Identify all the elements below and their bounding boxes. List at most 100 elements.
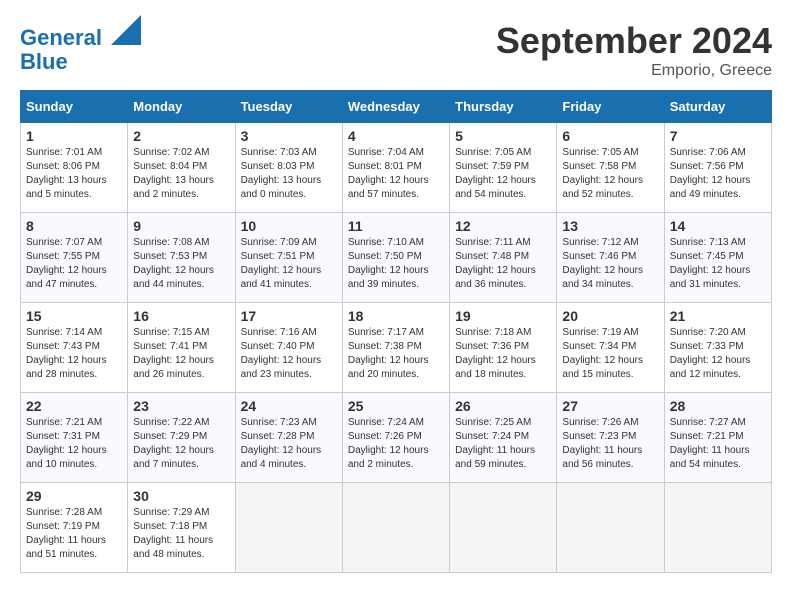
day-number: 17 <box>241 308 337 324</box>
day-cell: 25 Sunrise: 7:24 AMSunset: 7:26 PMDayligh… <box>342 393 449 483</box>
logo-icon <box>111 15 141 45</box>
page-header: General Blue September 2024 Emporio, Gre… <box>20 20 772 80</box>
day-info: Sunrise: 7:03 AMSunset: 8:03 PMDaylight:… <box>241 146 337 202</box>
day-number: 23 <box>133 398 229 414</box>
day-number: 11 <box>348 218 444 234</box>
day-info: Sunrise: 7:20 AMSunset: 7:33 PMDaylight:… <box>670 326 766 382</box>
calendar-row: 22Sunrise: 7:21 AMSunset: 7:31 PMDayligh… <box>21 393 772 483</box>
calendar-row: 29Sunrise: 7:28 AMSunset: 7:19 PMDayligh… <box>21 483 772 573</box>
empty-cell <box>557 483 664 573</box>
day-cell: 4Sunrise: 7:04 AMSunset: 8:01 PMDaylight… <box>342 123 449 213</box>
day-cell: 23 Sunrise: 7:22 AMSunset: 7:29 PMDayligh… <box>128 393 235 483</box>
day-cell: 29Sunrise: 7:28 AMSunset: 7:19 PMDayligh… <box>21 483 128 573</box>
day-number: 9 <box>133 218 229 234</box>
col-tuesday: Tuesday <box>235 91 342 123</box>
empty-cell <box>450 483 557 573</box>
day-cell: 21Sunrise: 7:20 AMSunset: 7:33 PMDayligh… <box>664 303 771 393</box>
day-number: 2 <box>133 128 229 144</box>
day-info: Sunrise: 7:10 AMSunset: 7:50 PMDaylight:… <box>348 236 444 292</box>
day-cell: 10 Sunrise: 7:09 AMSunset: 7:51 PMDayligh… <box>235 213 342 303</box>
day-info: Sunrise: 7:19 AMSunset: 7:34 PMDaylight:… <box>562 326 658 382</box>
month-title: September 2024 <box>496 20 772 62</box>
day-cell: 1 Sunrise: 7:01 AMSunset: 8:06 PMDaylight… <box>21 123 128 213</box>
day-info: Sunrise: 7:09 AMSunset: 7:51 PMDaylight:… <box>241 236 337 292</box>
day-cell: 3 Sunrise: 7:03 AMSunset: 8:03 PMDaylight… <box>235 123 342 213</box>
day-info: Sunrise: 7:07 AMSunset: 7:55 PMDaylight:… <box>26 236 122 292</box>
day-number: 13 <box>562 218 658 234</box>
day-cell: 12 Sunrise: 7:11 AMSunset: 7:48 PMDayligh… <box>450 213 557 303</box>
day-number: 1 <box>26 128 122 144</box>
day-number: 28 <box>670 398 766 414</box>
day-cell: 22Sunrise: 7:21 AMSunset: 7:31 PMDayligh… <box>21 393 128 483</box>
calendar-row: 1 Sunrise: 7:01 AMSunset: 8:06 PMDaylight… <box>21 123 772 213</box>
day-info: Sunrise: 7:26 AMSunset: 7:23 PMDaylight:… <box>562 416 658 472</box>
empty-cell <box>342 483 449 573</box>
day-info: Sunrise: 7:13 AMSunset: 7:45 PMDaylight:… <box>670 236 766 292</box>
day-cell: 17 Sunrise: 7:16 AMSunset: 7:40 PMDayligh… <box>235 303 342 393</box>
col-friday: Friday <box>557 91 664 123</box>
day-info: Sunrise: 7:08 AMSunset: 7:53 PMDaylight:… <box>133 236 229 292</box>
day-number: 12 <box>455 218 551 234</box>
day-info: Sunrise: 7:01 AMSunset: 8:06 PMDaylight:… <box>26 146 122 202</box>
day-cell: 7 Sunrise: 7:06 AMSunset: 7:56 PMDaylight… <box>664 123 771 213</box>
day-cell: 30 Sunrise: 7:29 AMSunset: 7:18 PMDayligh… <box>128 483 235 573</box>
day-cell: 26Sunrise: 7:25 AMSunset: 7:24 PMDayligh… <box>450 393 557 483</box>
logo: General Blue <box>20 20 141 74</box>
day-info: Sunrise: 7:23 AMSunset: 7:28 PMDaylight:… <box>241 416 337 472</box>
col-thursday: Thursday <box>450 91 557 123</box>
day-number: 14 <box>670 218 766 234</box>
day-cell: 28 Sunrise: 7:27 AMSunset: 7:21 PMDayligh… <box>664 393 771 483</box>
day-info: Sunrise: 7:05 AMSunset: 7:59 PMDaylight:… <box>455 146 551 202</box>
calendar-row: 15 Sunrise: 7:14 AMSunset: 7:43 PMDayligh… <box>21 303 772 393</box>
day-number: 27 <box>562 398 658 414</box>
day-number: 10 <box>241 218 337 234</box>
day-number: 25 <box>348 398 444 414</box>
day-info: Sunrise: 7:24 AMSunset: 7:26 PMDaylight:… <box>348 416 444 472</box>
day-number: 18 <box>348 308 444 324</box>
col-sunday: Sunday <box>21 91 128 123</box>
day-cell: 5 Sunrise: 7:05 AMSunset: 7:59 PMDaylight… <box>450 123 557 213</box>
day-info: Sunrise: 7:06 AMSunset: 7:56 PMDaylight:… <box>670 146 766 202</box>
day-number: 5 <box>455 128 551 144</box>
day-cell: 18Sunrise: 7:17 AMSunset: 7:38 PMDayligh… <box>342 303 449 393</box>
day-info: Sunrise: 7:27 AMSunset: 7:21 PMDaylight:… <box>670 416 766 472</box>
day-cell: 15 Sunrise: 7:14 AMSunset: 7:43 PMDayligh… <box>21 303 128 393</box>
day-info: Sunrise: 7:05 AMSunset: 7:58 PMDaylight:… <box>562 146 658 202</box>
day-info: Sunrise: 7:14 AMSunset: 7:43 PMDaylight:… <box>26 326 122 382</box>
day-info: Sunrise: 7:12 AMSunset: 7:46 PMDaylight:… <box>562 236 658 292</box>
empty-cell <box>235 483 342 573</box>
day-info: Sunrise: 7:29 AMSunset: 7:18 PMDaylight:… <box>133 506 229 562</box>
day-cell: 20 Sunrise: 7:19 AMSunset: 7:34 PMDayligh… <box>557 303 664 393</box>
day-number: 30 <box>133 488 229 504</box>
day-number: 3 <box>241 128 337 144</box>
day-number: 15 <box>26 308 122 324</box>
location: Emporio, Greece <box>496 62 772 80</box>
day-cell: 14 Sunrise: 7:13 AMSunset: 7:45 PMDayligh… <box>664 213 771 303</box>
day-number: 19 <box>455 308 551 324</box>
day-info: Sunrise: 7:04 AMSunset: 8:01 PMDaylight:… <box>348 146 444 202</box>
day-cell: 24 Sunrise: 7:23 AMSunset: 7:28 PMDayligh… <box>235 393 342 483</box>
day-number: 20 <box>562 308 658 324</box>
day-cell: 9 Sunrise: 7:08 AMSunset: 7:53 PMDaylight… <box>128 213 235 303</box>
day-number: 7 <box>670 128 766 144</box>
day-number: 8 <box>26 218 122 234</box>
day-cell: 6Sunrise: 7:05 AMSunset: 7:58 PMDaylight… <box>557 123 664 213</box>
logo-text2: Blue <box>20 50 141 74</box>
col-wednesday: Wednesday <box>342 91 449 123</box>
day-number: 24 <box>241 398 337 414</box>
col-saturday: Saturday <box>664 91 771 123</box>
day-info: Sunrise: 7:25 AMSunset: 7:24 PMDaylight:… <box>455 416 551 472</box>
day-cell: 16 Sunrise: 7:15 AMSunset: 7:41 PMDayligh… <box>128 303 235 393</box>
day-info: Sunrise: 7:28 AMSunset: 7:19 PMDaylight:… <box>26 506 122 562</box>
day-info: Sunrise: 7:02 AMSunset: 8:04 PMDaylight:… <box>133 146 229 202</box>
day-info: Sunrise: 7:18 AMSunset: 7:36 PMDaylight:… <box>455 326 551 382</box>
day-info: Sunrise: 7:22 AMSunset: 7:29 PMDaylight:… <box>133 416 229 472</box>
day-info: Sunrise: 7:11 AMSunset: 7:48 PMDaylight:… <box>455 236 551 292</box>
day-info: Sunrise: 7:16 AMSunset: 7:40 PMDaylight:… <box>241 326 337 382</box>
empty-cell <box>664 483 771 573</box>
day-cell: 13 Sunrise: 7:12 AMSunset: 7:46 PMDayligh… <box>557 213 664 303</box>
calendar-table: Sunday Monday Tuesday Wednesday Thursday… <box>20 90 772 573</box>
day-cell: 19 Sunrise: 7:18 AMSunset: 7:36 PMDayligh… <box>450 303 557 393</box>
day-number: 16 <box>133 308 229 324</box>
day-info: Sunrise: 7:15 AMSunset: 7:41 PMDaylight:… <box>133 326 229 382</box>
